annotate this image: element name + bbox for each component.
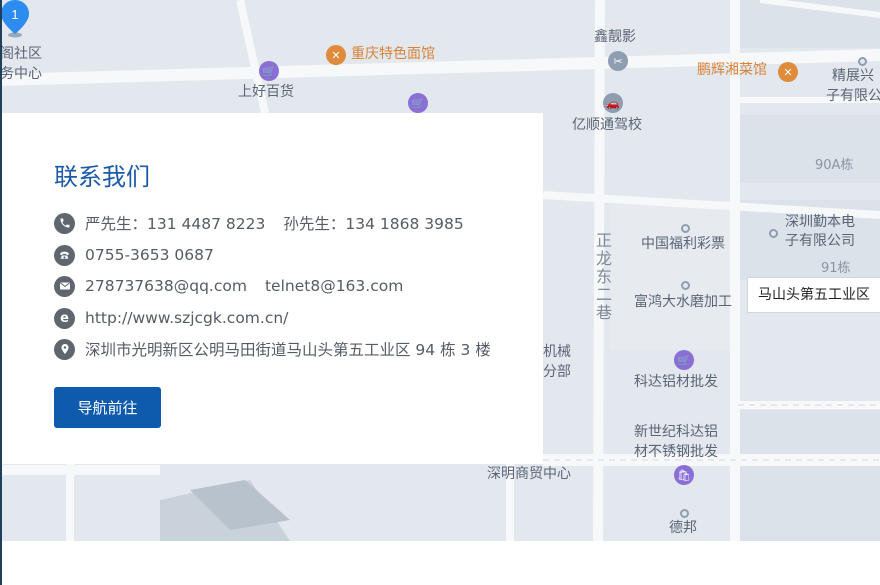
poi-label[interactable]: 子有限公 [826, 88, 880, 104]
poi-dot[interactable] [681, 281, 690, 290]
salon-icon[interactable]: ✂ [608, 51, 628, 71]
poi-label[interactable]: 科达铝材批发 [634, 374, 718, 390]
poi-label[interactable]: 亿顺通驾校 [572, 117, 642, 133]
page: 阁社区 务中心 ✕ 重庆特色面馆 鑫靓影 ✂ 鹏辉湘菜馆 ✕ 精展兴 子有限公 … [0, 0, 880, 585]
car-icon[interactable]: 🚗 [603, 93, 623, 113]
poi-label[interactable]: 上好百货 [238, 84, 294, 100]
map-block [610, 205, 730, 350]
contact-title: 联系我们 [54, 163, 150, 191]
email-link-2[interactable]: telnet8@163.com [265, 277, 403, 295]
browser-icon: e [54, 307, 75, 329]
poi-label[interactable]: 鹏辉湘菜馆 [697, 62, 767, 78]
phone-contact-1[interactable]: 严先生：131 4487 8223 [85, 212, 265, 234]
poi-label[interactable]: 精展兴 [832, 68, 874, 84]
road-label: 正龙东二巷 [593, 232, 612, 322]
address-text: 深圳市光明新区公明马田街道马山头第五工业区 94 栋 3 楼 [85, 341, 491, 359]
telephone-icon [54, 244, 75, 266]
map-block [738, 410, 880, 541]
poi-label[interactable]: 深明商贸中心 [487, 466, 571, 482]
navigate-button[interactable]: 导航前往 [54, 387, 161, 428]
shop-icon[interactable]: 🛒 [259, 61, 279, 81]
address-row: 深圳市光明新区公明马田街道马山头第五工业区 94 栋 3 楼 [54, 338, 491, 360]
poi-label[interactable]: 材不锈钢批发 [634, 444, 718, 460]
map-block [738, 115, 880, 183]
poi-dot[interactable] [681, 224, 690, 233]
poi-label: 机械 [543, 344, 571, 360]
poi-label[interactable]: 德邦 [669, 520, 697, 536]
shop-icon[interactable]: 🛍 [674, 465, 694, 485]
shop-icon[interactable]: 🛒 [674, 350, 694, 370]
shop-icon[interactable]: 🛒 [408, 93, 428, 113]
building-label: 91栋 [821, 261, 851, 276]
marker-number: 1 [11, 7, 18, 22]
poi-label: 务中心 [0, 66, 42, 82]
contact-card: 联系我们 严先生：131 4487 8223 孙先生：134 1868 3985… [0, 113, 543, 464]
location-icon [54, 338, 75, 360]
poi-label[interactable]: 新世纪科达铝 [634, 424, 718, 440]
poi-dot[interactable] [858, 57, 867, 66]
poi-label[interactable]: 富鸿大水磨加工 [634, 294, 732, 310]
poi-label: 阁社区 [0, 46, 42, 62]
mail-icon [54, 275, 75, 297]
left-border [0, 0, 2, 585]
poi-label[interactable]: 重庆特色面馆 [351, 46, 435, 62]
landline-number[interactable]: 0755-3653 0687 [85, 246, 214, 264]
email-row: 278737638@qq.com telnet8@163.com [54, 275, 403, 297]
phone-contact-2[interactable]: 孙先生：134 1868 3985 [283, 212, 463, 234]
marker-label[interactable]: 马山头第五工业区 [747, 277, 880, 313]
building-label: 90A栋 [815, 158, 854, 173]
landline-row: 0755-3653 0687 [54, 244, 214, 266]
phone-icon [54, 212, 75, 234]
poi-dot[interactable] [680, 509, 689, 518]
restaurant-icon[interactable]: ✕ [326, 45, 346, 65]
location-pin-icon[interactable]: 1 [0, 0, 30, 38]
poi-label[interactable]: 鑫靓影 [594, 29, 636, 45]
poi-label[interactable]: 子有限公司 [785, 233, 855, 249]
poi-label[interactable]: 中国福利彩票 [641, 236, 725, 252]
poi-label[interactable]: 深圳勤本电 [785, 214, 855, 230]
poi-dot[interactable] [769, 229, 778, 238]
phone-row: 严先生：131 4487 8223 孙先生：134 1868 3985 [54, 212, 464, 234]
poi-label: 分部 [543, 364, 571, 380]
restaurant-icon[interactable]: ✕ [778, 62, 798, 82]
email-link-1[interactable]: 278737638@qq.com [85, 277, 247, 295]
website-row: e http://www.szjcgk.com.cn/ [54, 307, 288, 329]
website-link[interactable]: http://www.szjcgk.com.cn/ [85, 309, 288, 327]
